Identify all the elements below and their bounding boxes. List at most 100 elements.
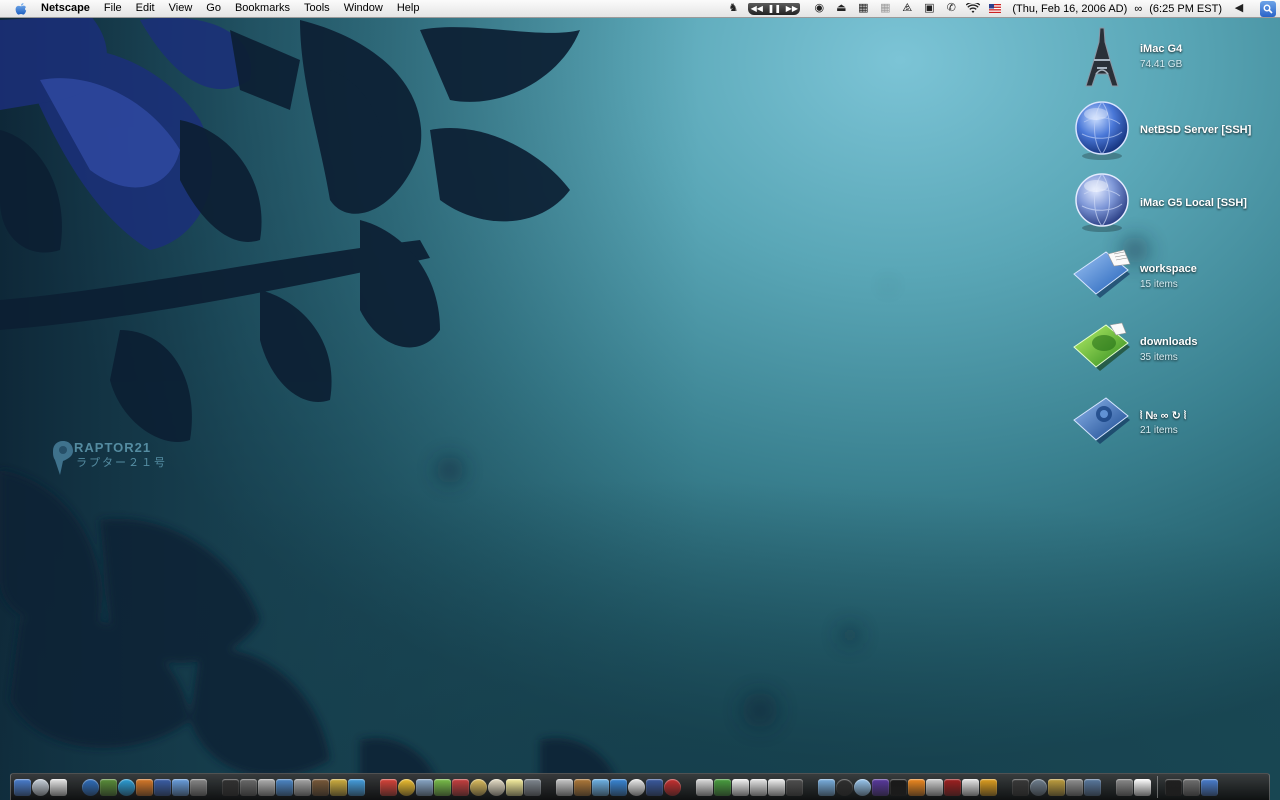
chat-icon[interactable]: ▣: [922, 2, 936, 15]
script-editor-icon[interactable]: [311, 778, 329, 796]
hammer-icon[interactable]: [1065, 778, 1083, 796]
burn-icon[interactable]: [961, 778, 979, 796]
menu-extras: ♞ ◀◀ ❚❚ ▶▶ ◉ ⏏ ▦ ▦ ⧌ ▣ ✆ (Thu, Feb 16, 200…: [722, 0, 1280, 17]
menu-bar: Netscape File Edit View Go Bookmarks Too…: [0, 0, 1280, 18]
menu-meter-icon[interactable]: ▦: [878, 2, 892, 15]
ichat-icon[interactable]: [347, 778, 365, 796]
speaker-icon[interactable]: [907, 778, 925, 796]
desktop-icon-netbsd-server[interactable]: NetBSD Server [SSH]: [1070, 98, 1270, 162]
us-flag-icon[interactable]: [988, 2, 1002, 15]
ipod-icon[interactable]: [979, 778, 997, 796]
iphoto-icon[interactable]: [433, 778, 451, 796]
acrobat-icon[interactable]: [695, 778, 713, 796]
camino-icon[interactable]: [153, 778, 171, 796]
audio-hijack-icon[interactable]: [817, 778, 835, 796]
tool-icon[interactable]: [591, 778, 609, 796]
menu-help[interactable]: Help: [390, 0, 427, 17]
spotlight-dock-icon[interactable]: [49, 778, 67, 796]
bird-icon[interactable]: [573, 778, 591, 796]
wrench-icon[interactable]: [1083, 778, 1101, 796]
preview-icon[interactable]: [415, 778, 433, 796]
stickies-icon[interactable]: [523, 778, 541, 796]
itunes-controls-icon[interactable]: ◀◀ ❚❚ ▶▶: [748, 2, 801, 15]
mail-icon[interactable]: [99, 778, 117, 796]
docs-icon[interactable]: [749, 778, 767, 796]
clock-icon[interactable]: [487, 778, 505, 796]
menu-view[interactable]: View: [162, 0, 200, 17]
dvd-icon[interactable]: [853, 778, 871, 796]
textedit-icon[interactable]: [505, 778, 523, 796]
signature-icon[interactable]: [1164, 778, 1182, 796]
fish-icon[interactable]: [609, 778, 627, 796]
console-icon[interactable]: [239, 778, 257, 796]
address-book-icon[interactable]: [189, 778, 207, 796]
clock-date: (Thu, Feb 16, 2006 AD): [1012, 2, 1128, 15]
safari-icon[interactable]: [81, 778, 99, 796]
volume-icon[interactable]: ◀: [1232, 2, 1246, 15]
disk-utility-icon[interactable]: [275, 778, 293, 796]
menu-app-name[interactable]: Netscape: [36, 0, 97, 17]
utilities-icon[interactable]: [1133, 778, 1151, 796]
menu-clock[interactable]: (Thu, Feb 16, 2006 AD) ∞ (6:25 PM EST): [1006, 3, 1228, 15]
photoshop-icon[interactable]: [379, 778, 397, 796]
spotlight-icon[interactable]: [1260, 0, 1276, 17]
notes-icon[interactable]: [767, 778, 785, 796]
sun-icon[interactable]: [397, 778, 415, 796]
menu-bookmarks[interactable]: Bookmarks: [228, 0, 297, 17]
globe-icon[interactable]: [117, 778, 135, 796]
desktop-icon-downloads[interactable]: downloads 35 items: [1070, 317, 1270, 381]
binoculars-icon[interactable]: ▦: [856, 2, 870, 15]
menu-window[interactable]: Window: [337, 0, 390, 17]
finder-icon[interactable]: [13, 778, 31, 796]
script-icon[interactable]: ⧌: [900, 2, 914, 15]
eject-icon[interactable]: ⏏: [834, 2, 848, 15]
money-icon[interactable]: [731, 778, 749, 796]
coin-icon[interactable]: [469, 778, 487, 796]
keychain-icon[interactable]: [329, 778, 347, 796]
dock-spacer: [67, 776, 81, 798]
trophy-icon[interactable]: [1011, 778, 1029, 796]
desktop-icon-label: iMac G4: [1140, 43, 1183, 55]
minimized-window-icon[interactable]: [1182, 778, 1200, 796]
clock-separator: ∞: [1134, 2, 1143, 15]
activity-monitor-icon[interactable]: [257, 778, 275, 796]
dock-divider: [1151, 776, 1158, 798]
nowplaying-icon[interactable]: [889, 778, 907, 796]
trash-icon[interactable]: [1200, 778, 1218, 796]
desktop-icon-misc-folder[interactable]: ⦚ № ∞ ↻ ⦚ 21 items: [1070, 390, 1270, 454]
eiffel-tower-drive-icon: [1085, 27, 1119, 87]
desktop-icon-detail: 74.41 GB: [1140, 59, 1183, 70]
menu-file[interactable]: File: [97, 0, 129, 17]
menu-tools[interactable]: Tools: [297, 0, 337, 17]
quicktime-icon[interactable]: [663, 778, 681, 796]
desktop-icon-imac-g5-local[interactable]: iMac G5 Local [SSH]: [1070, 170, 1270, 234]
pages-icon[interactable]: [645, 778, 663, 796]
terminal-icon[interactable]: [221, 778, 239, 796]
menu-go[interactable]: Go: [199, 0, 228, 17]
xcode-icon[interactable]: [1047, 778, 1065, 796]
flag-app-icon[interactable]: [451, 778, 469, 796]
system-prefs-icon[interactable]: [1115, 778, 1133, 796]
chess-knight-icon[interactable]: ♞: [726, 2, 740, 15]
firefox-icon[interactable]: [135, 778, 153, 796]
dashboard-icon[interactable]: [31, 778, 49, 796]
itunes2-icon[interactable]: [871, 778, 889, 796]
itunes-icon[interactable]: [171, 778, 189, 796]
watermark-title: RAPTOR21: [74, 440, 152, 455]
apple-menu-icon[interactable]: [14, 2, 28, 16]
paper-icon[interactable]: [785, 778, 803, 796]
globe2-icon[interactable]: [627, 778, 645, 796]
menu-edit[interactable]: Edit: [129, 0, 162, 17]
cd-icon[interactable]: [835, 778, 853, 796]
desktop-icon-imac-g4[interactable]: iMac G4 74.41 GB: [1070, 26, 1270, 90]
graph-icon[interactable]: [555, 778, 573, 796]
dashboard2-icon[interactable]: [1029, 778, 1047, 796]
network-utility-icon[interactable]: [293, 778, 311, 796]
phone-icon[interactable]: ✆: [944, 2, 958, 15]
calculator-icon[interactable]: [713, 778, 731, 796]
vlc-icon[interactable]: [925, 778, 943, 796]
wifi-icon[interactable]: [966, 2, 981, 15]
radio-icon[interactable]: [943, 778, 961, 796]
desktop-icon-workspace[interactable]: workspace 15 items: [1070, 244, 1270, 308]
palette-icon[interactable]: ◉: [812, 2, 826, 15]
